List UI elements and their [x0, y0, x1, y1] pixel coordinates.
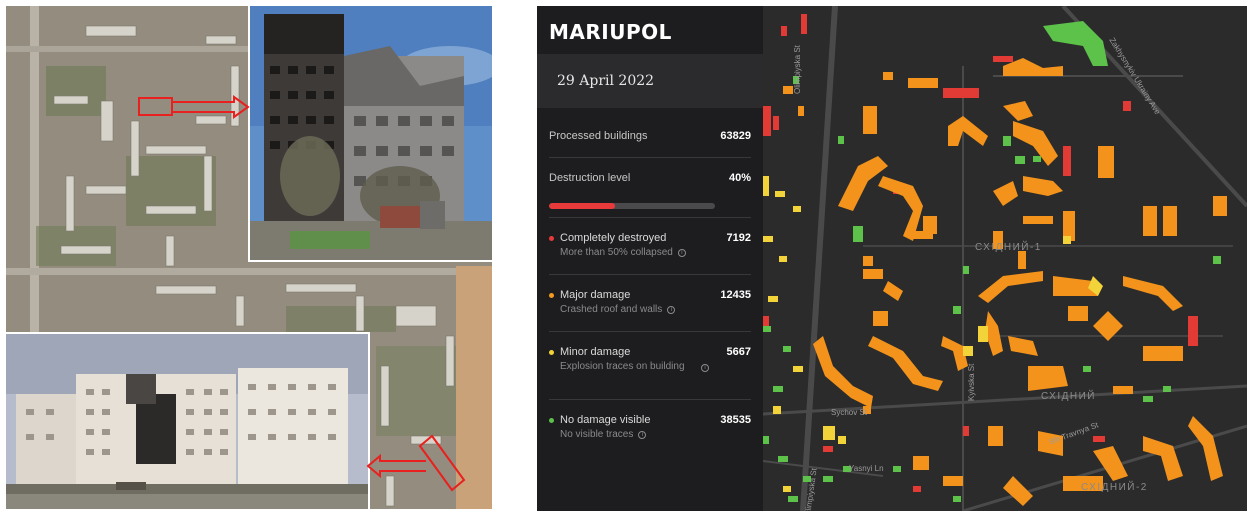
red-dot-icon	[549, 235, 554, 241]
info-icon[interactable]: i	[701, 364, 709, 372]
stats-panel: MARIUPOL 29 April 2022 Processed buildin…	[537, 6, 763, 511]
category-label: Major damage	[560, 289, 631, 301]
category-value: 5667	[726, 346, 751, 358]
green-dot-icon	[549, 417, 554, 423]
district-label: СХІДНИЙ-1	[975, 242, 1042, 253]
city-title: MARIUPOL	[549, 20, 672, 44]
category-label: Minor damage	[560, 346, 631, 358]
category-major-damage[interactable]: Major damage Crashed roof and walls i 124…	[549, 275, 751, 332]
category-label: No damage visible	[560, 414, 651, 426]
category-description: Explosion traces on building	[560, 361, 685, 372]
processed-value: 63829	[720, 130, 751, 142]
orange-dot-icon	[549, 292, 554, 298]
street-label: Yasnyi Ln	[849, 464, 884, 473]
category-no-damage[interactable]: No damage visible No visible traces i 385…	[549, 400, 751, 457]
destruction-progress-fill	[549, 202, 616, 209]
category-label: Completely destroyed	[560, 232, 667, 244]
destruction-level-row: Destruction level 40%	[549, 158, 751, 218]
destruction-progress-bar	[549, 202, 715, 209]
map-canvas[interactable]	[763, 6, 1247, 511]
destruction-value: 40%	[728, 172, 751, 184]
yellow-dot-icon	[549, 349, 554, 355]
photo-apartment-block	[6, 332, 370, 509]
processed-buildings-row: Processed buildings 63829	[549, 108, 751, 158]
processed-label: Processed buildings	[549, 130, 648, 142]
district-label: СХІДНИЙ-2	[1081, 482, 1148, 493]
street-label: Kyivska St	[967, 363, 976, 401]
photo-collage	[6, 6, 492, 509]
category-description: Crashed roof and walls	[560, 304, 663, 315]
damage-map[interactable]: Olimpiyska St Zakhysnykiv Ukrainy Ave Ky…	[763, 6, 1247, 511]
photo-damaged-tower	[248, 6, 492, 262]
category-description: More than 50% collapsed	[560, 247, 673, 258]
category-value: 38535	[720, 414, 751, 426]
category-minor-damage[interactable]: Minor damage Explosion traces on buildin…	[549, 332, 751, 400]
category-description: No visible traces	[560, 429, 634, 440]
category-completely-destroyed[interactable]: Completely destroyed More than 50% colla…	[549, 218, 751, 275]
district-label: СХІДНИЙ	[1041, 391, 1096, 402]
info-icon[interactable]: i	[638, 430, 647, 439]
street-label: Sychov St	[831, 408, 868, 417]
date-selector[interactable]: 29 April 2022	[537, 54, 763, 108]
category-value: 7192	[726, 232, 751, 244]
info-icon[interactable]: i	[667, 305, 676, 314]
damage-dashboard: MARIUPOL 29 April 2022 Processed buildin…	[537, 6, 1247, 511]
destruction-label: Destruction level	[549, 172, 631, 184]
info-icon[interactable]: i	[677, 248, 686, 257]
street-label: Olimpiyska St	[793, 45, 802, 94]
category-value: 12435	[720, 289, 751, 301]
